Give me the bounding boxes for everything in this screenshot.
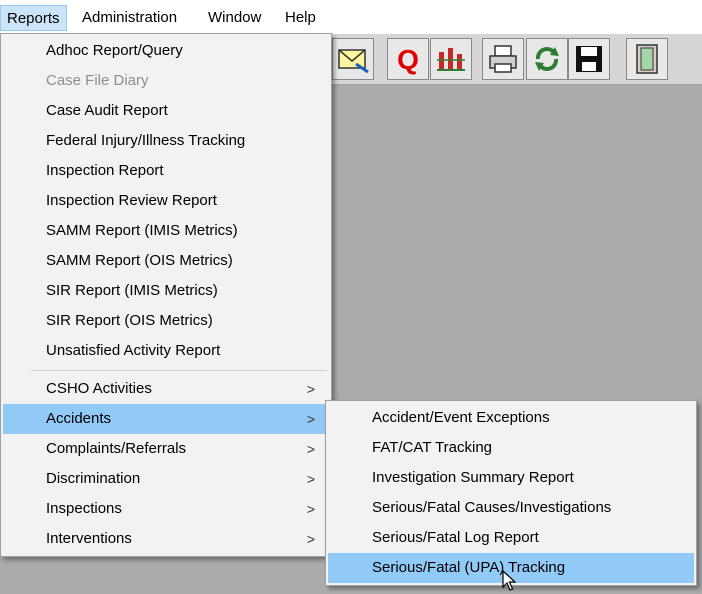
menu-item-label: Complaints/Referrals bbox=[46, 440, 187, 457]
menu-item-label: CSHO Activities bbox=[46, 380, 152, 397]
menu-item-label: Inspections bbox=[46, 500, 122, 517]
menu-item-investigation-summary-report[interactable]: Investigation Summary Report bbox=[328, 463, 694, 493]
menu-help[interactable]: Help bbox=[279, 5, 322, 31]
menu-item-complaints-referrals[interactable]: Complaints/Referrals > bbox=[3, 434, 329, 464]
chevron-right-icon: > bbox=[306, 441, 315, 457]
menu-item-federal-injury-illness-tracking[interactable]: Federal Injury/Illness Tracking bbox=[3, 126, 329, 156]
menu-reports[interactable]: Reports bbox=[0, 5, 67, 31]
menu-item-interventions[interactable]: Interventions > bbox=[3, 524, 329, 554]
menu-item-label: Discrimination bbox=[46, 470, 141, 487]
menu-separator bbox=[31, 370, 327, 371]
menu-item-fat-cat-tracking[interactable]: FAT/CAT Tracking bbox=[328, 433, 694, 463]
toolbar: Q bbox=[330, 34, 702, 85]
menu-item-case-audit-report[interactable]: Case Audit Report bbox=[3, 96, 329, 126]
chevron-right-icon: > bbox=[306, 471, 315, 487]
accidents-submenu: Accident/Event Exceptions FAT/CAT Tracki… bbox=[325, 400, 697, 586]
menu-item-csho-activities[interactable]: CSHO Activities > bbox=[3, 374, 329, 404]
envelope-icon[interactable] bbox=[332, 38, 374, 80]
chevron-right-icon: > bbox=[306, 501, 315, 517]
printer-icon[interactable] bbox=[482, 38, 524, 80]
save-icon[interactable] bbox=[568, 38, 610, 80]
refresh-icon[interactable] bbox=[526, 38, 568, 80]
menu-item-inspection-report[interactable]: Inspection Report bbox=[3, 156, 329, 186]
reports-menu: Adhoc Report/Query Case File Diary Case … bbox=[0, 33, 332, 557]
menu-item-label: Interventions bbox=[46, 530, 132, 547]
chevron-right-icon: > bbox=[306, 411, 315, 427]
menu-item-unsatisfied-activity-report[interactable]: Unsatisfied Activity Report bbox=[3, 336, 329, 366]
chevron-right-icon: > bbox=[306, 531, 315, 547]
menu-item-discrimination[interactable]: Discrimination > bbox=[3, 464, 329, 494]
chevron-right-icon: > bbox=[306, 381, 315, 397]
menu-item-samm-report-ois[interactable]: SAMM Report (OIS Metrics) bbox=[3, 246, 329, 276]
menu-window[interactable]: Window bbox=[202, 5, 267, 31]
menu-item-inspections[interactable]: Inspections > bbox=[3, 494, 329, 524]
menu-item-serious-fatal-causes-investigations[interactable]: Serious/Fatal Causes/Investigations bbox=[328, 493, 694, 523]
menu-item-accident-event-exceptions[interactable]: Accident/Event Exceptions bbox=[328, 403, 694, 433]
mouse-cursor-icon bbox=[502, 570, 517, 591]
menu-bar: Reports Administration Window Help bbox=[0, 0, 702, 34]
menu-item-adhoc-report-query[interactable]: Adhoc Report/Query bbox=[3, 36, 329, 66]
chart-icon[interactable] bbox=[430, 38, 472, 80]
query-icon[interactable]: Q bbox=[387, 38, 429, 80]
menu-item-sir-report-imis[interactable]: SIR Report (IMIS Metrics) bbox=[3, 276, 329, 306]
menu-item-label: Accidents bbox=[46, 410, 112, 427]
svg-text:Q: Q bbox=[397, 44, 419, 75]
menu-item-sir-report-ois[interactable]: SIR Report (OIS Metrics) bbox=[3, 306, 329, 336]
menu-item-accidents[interactable]: Accidents > bbox=[3, 404, 329, 434]
menu-item-case-file-diary: Case File Diary bbox=[46, 72, 149, 89]
menu-administration[interactable]: Administration bbox=[76, 5, 183, 31]
exit-door-icon[interactable] bbox=[626, 38, 668, 80]
menu-item-inspection-review-report[interactable]: Inspection Review Report bbox=[3, 186, 329, 216]
menu-item-serious-fatal-log-report[interactable]: Serious/Fatal Log Report bbox=[328, 523, 694, 553]
menu-item-samm-report-imis[interactable]: SAMM Report (IMIS Metrics) bbox=[3, 216, 329, 246]
